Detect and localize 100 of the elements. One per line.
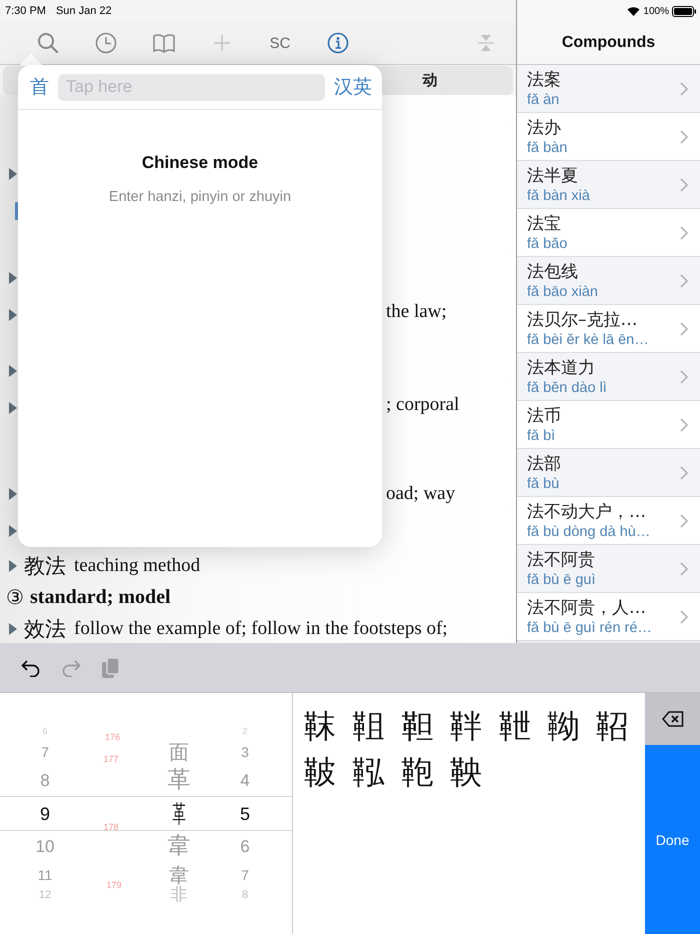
example-word: 效法 [24,616,66,642]
compound-pinyin: fǎ bù ē guì rén ré… [527,618,653,636]
compound-row[interactable]: 法贝尔–克拉… fǎ bèi ěr kè lā ēn… [517,305,700,353]
chevron-icon [680,322,688,336]
compound-row[interactable]: 法办 fǎ bàn [517,113,700,161]
chevron-icon [680,562,688,576]
compound-hanzi: 法宝 [527,212,562,234]
chevron-icon [680,130,688,144]
popover-title: Chinese mode [140,153,260,173]
disclosure-triangle-icon[interactable] [9,309,17,321]
compound-row[interactable]: 法不阿贵 fǎ bù ē guì [517,545,700,593]
compound-hanzi: 法币 [527,404,562,426]
sense-title: standard; model [30,586,171,608]
disclosure-triangle-icon[interactable] [9,168,17,180]
backspace-key[interactable] [645,693,700,745]
definition-text: ; corporal [386,394,460,416]
battery-icon [672,6,696,16]
compound-pinyin: fǎ àn [527,90,560,108]
compound-pinyin: fǎ bù [527,474,560,492]
example-word: 教法 [24,552,66,580]
compound-pinyin: fǎ bì [527,426,556,444]
chevron-icon [680,514,688,528]
candidate-character[interactable]: 靻 [352,703,402,749]
example-meaning: teaching method [74,554,200,576]
disclosure-triangle-icon[interactable] [9,402,17,414]
disclosure-triangle-icon[interactable] [9,560,17,572]
disclosure-triangle-icon[interactable] [9,488,17,500]
clock-icon[interactable] [95,32,117,54]
stroke-count-option[interactable]: 5 [240,805,250,823]
undo-icon[interactable] [21,658,41,676]
sense-number: ③ [6,586,24,610]
done-button[interactable]: Done [645,745,700,934]
compound-hanzi: 法不动大户，… [527,500,647,522]
info-icon[interactable] [327,32,349,54]
compound-hanzi: 法办 [527,116,562,138]
compound-pinyin: fǎ bàn xià [527,186,591,204]
compound-hanzi: 法贝尔–克拉… [527,308,638,330]
candidate-character[interactable]: 鞅 [450,749,499,795]
stroke-count-option[interactable]: 9 [40,805,50,823]
search-icon[interactable] [37,32,59,54]
marker-bar [15,202,18,220]
candidate-character[interactable]: 靾 [498,703,548,749]
radical-index: 178 [104,823,119,832]
compound-row[interactable]: 法不动大户，… fǎ bù dòng dà hù… [517,497,700,545]
disclosure-triangle-icon[interactable] [9,622,17,634]
chevron-icon [680,274,688,288]
compound-hanzi: 法半夏 [527,164,579,186]
compound-hanzi: 法不阿贵，人… [527,596,647,618]
compound-hanzi: 法包线 [527,260,579,282]
compound-row[interactable]: 法半夏 fǎ bàn xià [517,161,700,209]
radical-index: 176 [105,733,120,742]
definition-text: oad; way [386,482,456,504]
compound-row[interactable]: 法宝 fǎ bǎo [517,209,700,257]
compound-pinyin: fǎ bàn [527,138,568,156]
candidate-character[interactable]: 鞀 [596,703,645,749]
compound-row[interactable]: 法案 fǎ àn [517,65,700,113]
compound-row[interactable]: 法部 fǎ bù [517,449,700,497]
compound-pinyin: fǎ bù ē guì [527,570,597,588]
compounds-title: Compounds [517,22,700,65]
candidate-character[interactable]: 靼 [401,703,450,749]
compound-pinyin: fǎ bǎo [527,234,568,252]
compound-row[interactable]: 法本道力 fǎ běn dào lì [517,353,700,401]
candidate-character[interactable]: 鞃 [352,749,402,795]
radical-option[interactable]: 革 [172,802,186,826]
candidate-character[interactable]: 靿 [547,703,596,749]
book-icon[interactable] [152,33,176,53]
chevron-icon [680,418,688,432]
compound-pinyin: fǎ bù dòng dà hù… [527,522,652,540]
disclosure-triangle-icon[interactable] [9,364,17,376]
status-date: Sun Jan 22 [56,5,112,17]
disclosure-triangle-icon[interactable] [9,272,17,284]
disclosure-triangle-icon[interactable] [9,524,17,536]
compound-hanzi: 法部 [527,452,562,474]
battery-level: 100% [643,6,669,16]
mode-button[interactable]: 首 [30,74,49,100]
backspace-icon [662,711,684,727]
popover-hint: Enter hanzi, pinyin or zhuyin [108,189,292,205]
definition-text: the law; [386,301,447,323]
radical-index: 177 [104,755,119,764]
chevron-icon [680,466,688,480]
compound-hanzi: 法不阿贵 [527,548,596,570]
compound-hanzi: 法本道力 [527,356,596,378]
compound-row[interactable]: 法不阿贵，人… fǎ bù ē guì rén ré… [517,593,700,641]
compound-row[interactable]: 法币 fǎ bì [517,401,700,449]
candidate-character[interactable]: 鞄 [401,749,450,795]
chevron-icon [680,178,688,192]
language-button[interactable]: 汉英 [334,74,372,100]
candidate-character[interactable]: 靽 [450,703,499,749]
segment-tab[interactable]: 动 [380,71,480,90]
wifi-icon [627,6,640,16]
candidate-character[interactable]: 鞁 [304,749,353,795]
compound-hanzi: 法案 [527,68,562,90]
compound-row[interactable]: 法包线 fǎ bāo xiàn [517,257,700,305]
status-time: 7:30 PM [5,5,46,17]
script-button[interactable]: SC [270,34,290,52]
chevron-icon [680,226,688,240]
chevron-icon [680,82,688,96]
candidate-character[interactable]: 靺 [304,703,353,749]
example-meaning: follow the example of; follow in the footsteps of; [74,618,448,640]
compound-pinyin: fǎ běn dào lì [527,378,608,396]
